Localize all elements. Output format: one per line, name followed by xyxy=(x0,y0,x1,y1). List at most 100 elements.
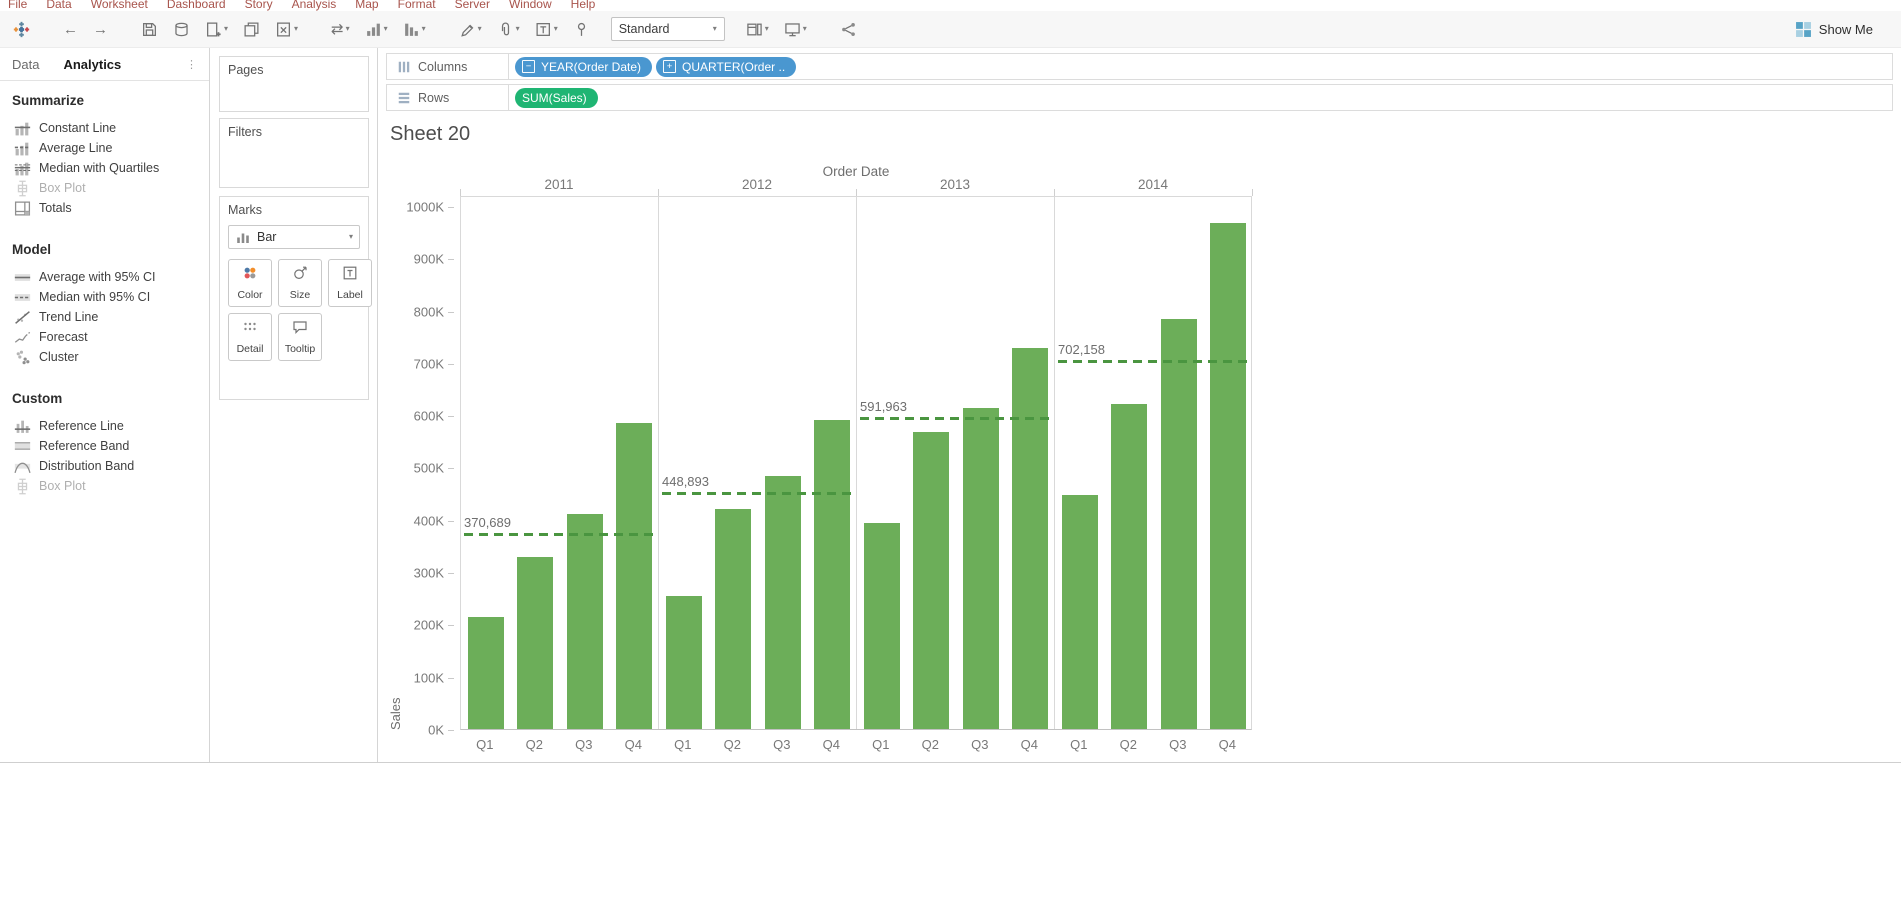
analytics-item-median-with-95-ci[interactable]: Median with 95% CI xyxy=(0,287,209,307)
mark-button-label: Size xyxy=(290,289,310,301)
box-plot-icon xyxy=(14,180,31,197)
new-data-source-button[interactable] xyxy=(170,18,193,41)
analytics-item-reference-line[interactable]: Reference Line xyxy=(0,416,209,436)
tooltip-mark-button[interactable]: Tooltip xyxy=(278,313,322,361)
bar-2014-Q4[interactable] xyxy=(1210,223,1246,729)
show-hide-cards-button[interactable]: ▾ xyxy=(743,18,772,41)
group-members-button[interactable]: ▾ xyxy=(494,18,523,41)
sort-ascending-button[interactable]: ▾ xyxy=(362,18,391,41)
undo-button[interactable]: ← xyxy=(60,19,81,40)
rows-shelf[interactable]: Rows SUM(Sales) xyxy=(386,84,1893,111)
fit-selector[interactable]: Standard ▾ xyxy=(611,17,725,41)
tab-analytics[interactable]: Analytics xyxy=(63,57,121,72)
minus-box-icon[interactable]: − xyxy=(522,60,535,73)
menu-data[interactable]: Data xyxy=(46,0,71,11)
mark-type-dropdown[interactable]: Bar ▾ xyxy=(228,225,360,249)
bar-2011-Q4[interactable] xyxy=(616,423,652,729)
pill-label: SUM(Sales) xyxy=(522,91,587,105)
menu-worksheet[interactable]: Worksheet xyxy=(91,0,148,11)
analytics-item-forecast[interactable]: Forecast xyxy=(0,327,209,347)
panel-options-icon[interactable]: ⋮ xyxy=(186,58,197,71)
pill-label: QUARTER(Order .. xyxy=(682,60,785,74)
bar-2014-Q2[interactable] xyxy=(1111,404,1147,729)
menu-server[interactable]: Server xyxy=(455,0,490,11)
show-me-button[interactable]: Show Me xyxy=(1795,21,1873,38)
bar-2014-Q3[interactable] xyxy=(1161,319,1197,729)
detail-mark-button[interactable]: Detail xyxy=(228,313,272,361)
bar-2012-Q1[interactable] xyxy=(666,596,702,729)
analytics-item-cluster[interactable]: Cluster xyxy=(0,347,209,367)
menu-format[interactable]: Format xyxy=(398,0,436,11)
menu-help[interactable]: Help xyxy=(571,0,596,11)
analytics-item-totals[interactable]: Totals xyxy=(0,198,209,218)
menu-window[interactable]: Window xyxy=(509,0,552,11)
filters-shelf[interactable]: Filters xyxy=(219,118,369,188)
analytics-item-reference-band[interactable]: Reference Band xyxy=(0,436,209,456)
analytics-item-label: Forecast xyxy=(39,330,88,344)
analytics-item-median-with-quartiles[interactable]: Median with Quartiles xyxy=(0,158,209,178)
menu-analysis[interactable]: Analysis xyxy=(292,0,337,11)
label-mark-button[interactable]: Label xyxy=(328,259,372,307)
presentation-mode-button[interactable]: ▾ xyxy=(781,18,810,41)
redo-button[interactable]: → xyxy=(90,19,111,40)
menu-map[interactable]: Map xyxy=(355,0,378,11)
y-tick-mark xyxy=(448,678,454,679)
swap-rows-columns-button[interactable]: ⇄▾ xyxy=(328,19,353,40)
size-mark-button[interactable]: Size xyxy=(278,259,322,307)
mark-type-value: Bar xyxy=(257,230,276,244)
x-label-2011-Q2: Q2 xyxy=(510,737,560,752)
pages-shelf[interactable]: Pages xyxy=(219,56,369,112)
bar-2012-Q2[interactable] xyxy=(715,509,751,729)
pill-quarter-order[interactable]: + QUARTER(Order .. xyxy=(656,57,796,77)
reference-band-icon xyxy=(14,438,31,455)
menu-file[interactable]: File xyxy=(8,0,27,11)
bar-2014-Q1[interactable] xyxy=(1062,495,1098,729)
menu-story[interactable]: Story xyxy=(245,0,273,11)
box-plot-icon xyxy=(14,478,31,495)
bar-2013-Q3[interactable] xyxy=(963,408,999,729)
analytics-item-average-with-95-ci[interactable]: Average with 95% CI xyxy=(0,267,209,287)
x-label-2013-Q1: Q1 xyxy=(856,737,906,752)
tab-data[interactable]: Data xyxy=(12,57,39,72)
average-reference-line-2011[interactable] xyxy=(464,533,655,536)
average-reference-label-2011: 370,689 xyxy=(464,515,511,530)
bar-2013-Q1[interactable] xyxy=(864,523,900,729)
sort-descending-button[interactable]: ▾ xyxy=(400,18,429,41)
label-t-icon xyxy=(342,265,358,286)
save-button[interactable] xyxy=(138,18,161,41)
y-tick-500k: 500K xyxy=(414,461,444,476)
average-reference-label-2012: 448,893 xyxy=(662,474,709,489)
plus-box-icon[interactable]: + xyxy=(663,60,676,73)
section-title-custom: Custom xyxy=(12,391,209,406)
bar-2011-Q2[interactable] xyxy=(517,557,553,729)
analytics-item-distribution-band[interactable]: Distribution Band xyxy=(0,456,209,476)
average-reference-line-2013[interactable] xyxy=(860,417,1051,420)
analytics-item-constant-line[interactable]: Constant Line xyxy=(0,118,209,138)
constant-line-icon xyxy=(14,120,31,137)
bar-2012-Q4[interactable] xyxy=(814,420,850,729)
duplicate-sheet-button[interactable] xyxy=(240,18,263,41)
columns-shelf[interactable]: Columns −YEAR(Order Date)+QUARTER(Order … xyxy=(386,53,1893,80)
new-worksheet-button[interactable]: ▾ xyxy=(202,18,231,41)
bar-2011-Q1[interactable] xyxy=(468,617,504,729)
show-mark-labels-button[interactable]: ▾ xyxy=(532,18,561,41)
analytics-panel: Data Analytics ⋮ SummarizeConstant LineA… xyxy=(0,48,210,762)
pill-sum-sales[interactable]: SUM(Sales) xyxy=(515,88,598,108)
analytics-item-trend-line[interactable]: Trend Line xyxy=(0,307,209,327)
analytics-item-average-line[interactable]: Average Line xyxy=(0,138,209,158)
size-circle-icon xyxy=(292,265,308,286)
average-reference-line-2012[interactable] xyxy=(662,492,853,495)
fix-axes-button[interactable] xyxy=(570,18,593,41)
bar-2012-Q3[interactable] xyxy=(765,476,801,729)
average-ci-icon xyxy=(14,269,31,286)
color-mark-button[interactable]: Color xyxy=(228,259,272,307)
menu-dashboard[interactable]: Dashboard xyxy=(167,0,226,11)
bar-2013-Q4[interactable] xyxy=(1012,348,1048,729)
clear-sheet-button[interactable]: ▾ xyxy=(272,18,301,41)
share-button[interactable] xyxy=(837,18,860,41)
bar-2013-Q2[interactable] xyxy=(913,432,949,729)
highlight-button[interactable]: ▾ xyxy=(456,18,485,41)
bar-2011-Q3[interactable] xyxy=(567,514,603,729)
pill-year-order-date[interactable]: −YEAR(Order Date) xyxy=(515,57,652,77)
average-reference-line-2014[interactable] xyxy=(1058,360,1250,363)
